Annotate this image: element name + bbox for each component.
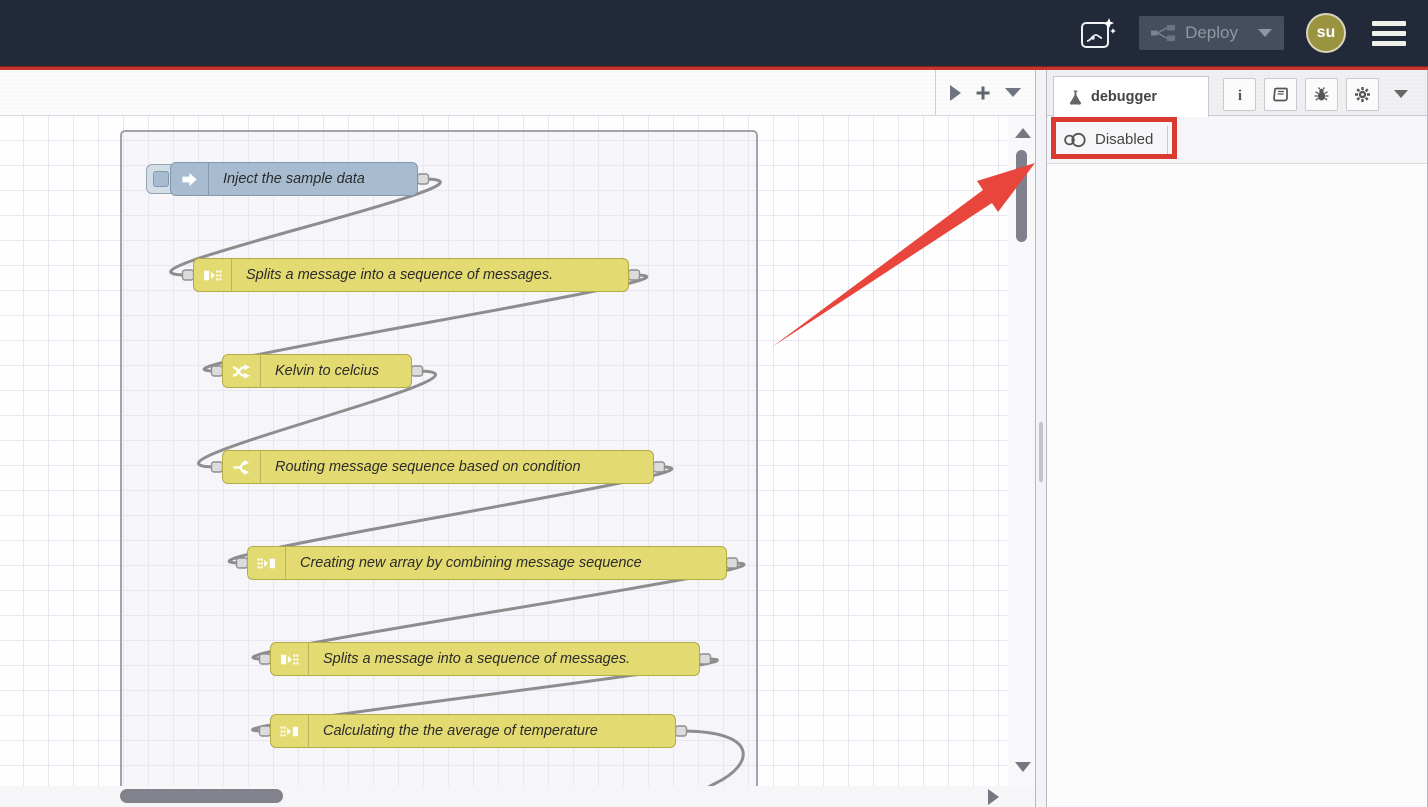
node-label: Routing message sequence based on condit… [261, 451, 595, 483]
debug-toolbar: Disabled [1047, 116, 1427, 164]
svg-text:i: i [1237, 88, 1241, 103]
join-icon [248, 547, 286, 579]
node-label: Calculating the the average of temperatu… [309, 715, 612, 747]
inject-arrow-icon [171, 163, 209, 195]
toggle-off-icon [1063, 132, 1087, 148]
horizontal-scroll-thumb[interactable] [120, 789, 283, 803]
fork-icon [223, 451, 261, 483]
flask-icon [1068, 89, 1083, 106]
tab-debugger-label: debugger [1091, 89, 1157, 105]
main-area: Inject the sample data Splits a message i… [0, 70, 1428, 807]
tab-debugger[interactable]: debugger [1053, 76, 1209, 117]
split-icon [194, 259, 232, 291]
info-icon[interactable]: i [1223, 78, 1256, 111]
flow-screenshot-ai-icon[interactable] [1079, 15, 1117, 51]
shuffle-icon [223, 355, 261, 387]
split-icon [271, 643, 309, 675]
node-label: Inject the sample data [209, 163, 379, 195]
flow-node-change[interactable]: Kelvin to celcius [222, 354, 412, 388]
debug-bug-icon[interactable] [1305, 78, 1338, 111]
hamburger-menu-icon[interactable] [1368, 17, 1410, 50]
deploy-caret-icon[interactable] [1258, 29, 1272, 37]
node-label: Kelvin to celcius [261, 355, 393, 387]
flow-list-caret-icon[interactable] [1005, 88, 1021, 97]
node-label: Creating new array by combining message … [286, 547, 656, 579]
sidebar-separator[interactable] [1035, 70, 1047, 807]
avatar-initials: su [1317, 24, 1336, 42]
horizontal-scrollbar[interactable] [0, 786, 1035, 807]
deploy-nodes-icon [1151, 25, 1175, 41]
vertical-scroll-thumb[interactable] [1016, 150, 1027, 242]
separator-drag-handle[interactable] [1039, 422, 1043, 482]
scroll-up-icon[interactable] [1015, 128, 1031, 138]
flow-node-inject[interactable]: Inject the sample data [170, 162, 418, 196]
canvas-pane: Inject the sample data Splits a message i… [0, 70, 1035, 807]
node-label: Splits a message into a sequence of mess… [309, 643, 644, 675]
node-label: Splits a message into a sequence of mess… [232, 259, 567, 291]
flow-canvas[interactable]: Inject the sample data Splits a message i… [0, 116, 1035, 786]
flow-node-join[interactable]: Calculating the the average of temperatu… [270, 714, 676, 748]
user-avatar[interactable]: su [1306, 13, 1346, 53]
add-flow-icon[interactable] [975, 85, 991, 101]
scroll-down-icon[interactable] [1015, 762, 1031, 772]
scroll-right-icon[interactable] [988, 789, 999, 805]
workspace-tab-controls [935, 70, 1035, 115]
flow-node-switch[interactable]: Routing message sequence based on condit… [222, 450, 654, 484]
flow-node-split[interactable]: Splits a message into a sequence of mess… [270, 642, 700, 676]
debug-disabled-toggle[interactable]: Disabled [1063, 131, 1153, 148]
deploy-label: Deploy [1185, 23, 1238, 43]
sidebar: debugger i [1047, 70, 1428, 807]
toolbar-divider [1167, 126, 1168, 154]
join-icon [271, 715, 309, 747]
node-red-app: Deploy su [0, 0, 1428, 807]
sidebar-caret-icon[interactable] [1394, 90, 1408, 98]
header: Deploy su [0, 0, 1428, 66]
settings-gear-icon[interactable] [1346, 78, 1379, 111]
debug-messages-panel[interactable] [1047, 164, 1427, 807]
disabled-label: Disabled [1095, 131, 1153, 148]
vertical-scrollbar[interactable] [1008, 116, 1035, 786]
scroll-tabs-right-icon[interactable] [950, 85, 961, 101]
flow-node-join[interactable]: Creating new array by combining message … [247, 546, 727, 580]
sidebar-tab-bar: debugger i [1047, 70, 1427, 116]
deploy-button[interactable]: Deploy [1139, 16, 1284, 50]
workspace-tab-bar [0, 70, 1035, 116]
docs-book-icon[interactable] [1264, 78, 1297, 111]
flow-node-split[interactable]: Splits a message into a sequence of mess… [193, 258, 629, 292]
